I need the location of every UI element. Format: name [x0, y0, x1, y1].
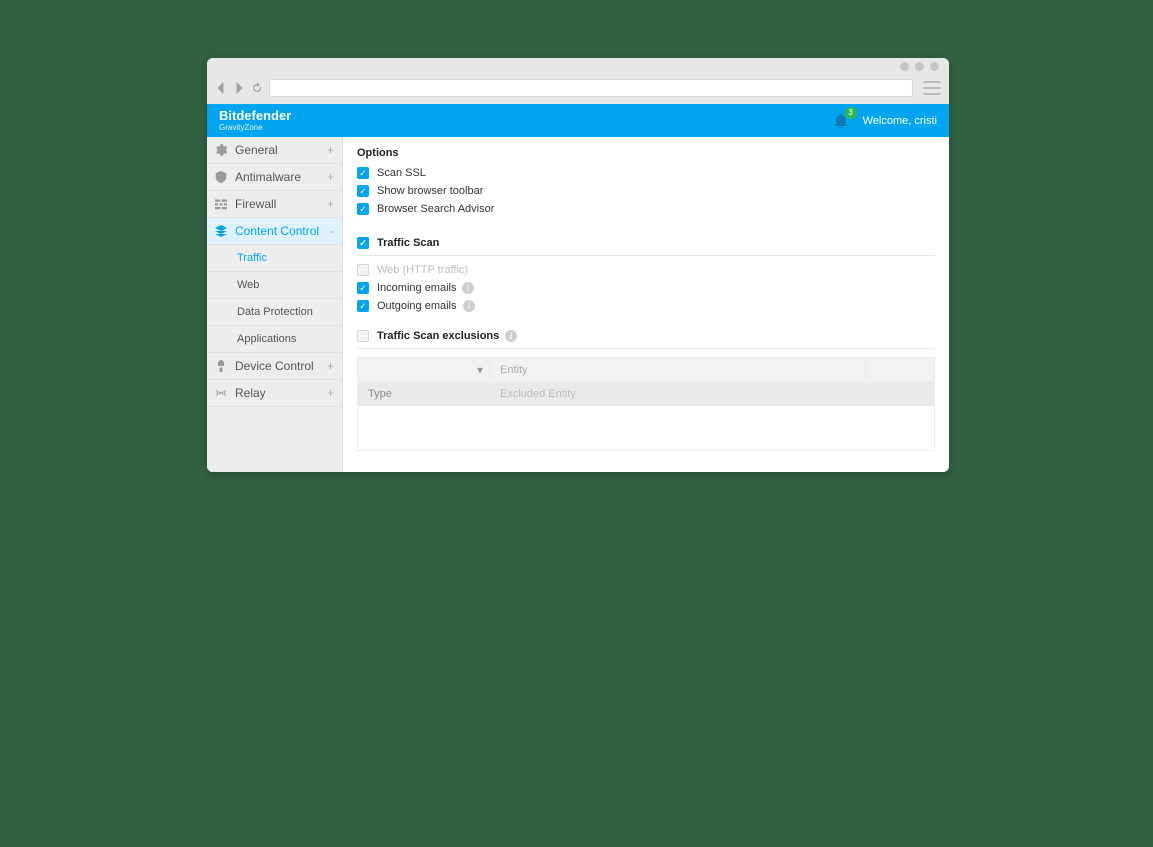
expand-icon: + — [327, 386, 334, 400]
gear-icon — [215, 144, 227, 156]
window-close[interactable] — [930, 62, 939, 71]
shield-icon — [215, 171, 227, 183]
sidebar-sub-web[interactable]: Web — [207, 272, 342, 299]
app-header: Bitdefender GravityZone 3 Welcome, crist… — [207, 104, 949, 137]
checkbox-web-http[interactable] — [357, 264, 369, 276]
expand-icon: + — [327, 359, 334, 373]
collapse-icon: - — [330, 224, 334, 238]
firewall-icon — [215, 198, 227, 210]
back-icon[interactable] — [215, 82, 227, 94]
checkbox-outgoing-emails[interactable] — [357, 300, 369, 312]
info-icon[interactable]: i — [505, 330, 517, 342]
sidebar-item-device-control[interactable]: Device Control + — [207, 353, 342, 380]
content-panel: Options Scan SSL Show browser toolbar Br… — [343, 137, 949, 472]
sidebar-item-content-control[interactable]: Content Control - — [207, 218, 342, 245]
col-type: Type — [358, 382, 490, 406]
sidebar-label: Device Control — [235, 359, 314, 373]
col-actions — [866, 382, 934, 406]
checkbox-show-toolbar[interactable] — [357, 185, 369, 197]
sidebar-sub-data-protection[interactable]: Data Protection — [207, 299, 342, 326]
expand-icon: + — [327, 197, 334, 211]
brand-name: Bitdefender — [219, 109, 291, 122]
welcome-text[interactable]: Welcome, cristi — [863, 115, 937, 127]
label-search-advisor: Browser Search Advisor — [377, 203, 494, 215]
window-minimize[interactable] — [900, 62, 909, 71]
label-show-toolbar: Show browser toolbar — [377, 185, 483, 197]
traffic-scan-heading: Traffic Scan — [377, 237, 439, 249]
sidebar-label: Antimalware — [235, 170, 301, 184]
sidebar-item-relay[interactable]: Relay + — [207, 380, 342, 407]
label-incoming-emails: Incoming emails — [377, 282, 456, 294]
chevron-down-icon: ▾ — [477, 363, 483, 377]
browser-window: Bitdefender GravityZone 3 Welcome, crist… — [207, 58, 949, 472]
notification-badge: 3 — [845, 107, 857, 119]
exclusions-table: ▾ Entity Type Excluded Entity — [357, 357, 935, 451]
sidebar-item-antimalware[interactable]: Antimalware + — [207, 164, 342, 191]
checkbox-traffic-exclusions[interactable] — [357, 330, 369, 342]
sidebar-label: General — [235, 143, 278, 157]
entity-input-cell[interactable]: Entity — [490, 358, 866, 382]
table-body-empty — [358, 406, 934, 450]
sidebar: General + Antimalware + Firewall + Conte… — [207, 137, 343, 472]
browser-titlebar — [207, 58, 949, 76]
label-outgoing-emails: Outgoing emails — [377, 300, 457, 312]
url-bar[interactable] — [269, 79, 913, 97]
expand-icon: + — [327, 170, 334, 184]
sidebar-sub-traffic[interactable]: Traffic — [207, 245, 342, 272]
sidebar-label: Firewall — [235, 197, 276, 211]
sidebar-sub-applications[interactable]: Applications — [207, 326, 342, 353]
usb-icon — [215, 360, 227, 372]
checkbox-traffic-scan[interactable] — [357, 237, 369, 249]
browser-toolbar — [207, 76, 949, 100]
info-icon[interactable]: i — [463, 300, 475, 312]
brand-subtitle: GravityZone — [219, 124, 291, 132]
add-exclusion-cell[interactable] — [866, 358, 934, 382]
sidebar-item-general[interactable]: General + — [207, 137, 342, 164]
hamburger-icon[interactable] — [923, 81, 941, 95]
options-heading: Options — [357, 147, 935, 159]
sidebar-item-firewall[interactable]: Firewall + — [207, 191, 342, 218]
brand: Bitdefender GravityZone — [219, 109, 291, 132]
divider — [357, 255, 935, 256]
reload-icon[interactable] — [251, 82, 263, 94]
traffic-exclusions-heading: Traffic Scan exclusions — [377, 330, 499, 342]
info-icon[interactable]: i — [462, 282, 474, 294]
signal-icon — [215, 387, 227, 399]
col-excluded-entity: Excluded Entity — [490, 382, 866, 406]
checkbox-search-advisor[interactable] — [357, 203, 369, 215]
window-maximize[interactable] — [915, 62, 924, 71]
checkbox-incoming-emails[interactable] — [357, 282, 369, 294]
type-dropdown-cell[interactable]: ▾ — [358, 358, 490, 382]
divider — [357, 348, 935, 349]
expand-icon: + — [327, 143, 334, 157]
checkbox-scan-ssl[interactable] — [357, 167, 369, 179]
layers-icon — [215, 225, 227, 237]
forward-icon[interactable] — [233, 82, 245, 94]
label-web-http: Web (HTTP traffic) — [377, 264, 468, 276]
sidebar-label: Content Control — [235, 224, 319, 238]
label-scan-ssl: Scan SSL — [377, 167, 426, 179]
notifications-icon[interactable]: 3 — [833, 113, 849, 129]
sidebar-label: Relay — [235, 386, 266, 400]
window-controls — [900, 62, 939, 71]
